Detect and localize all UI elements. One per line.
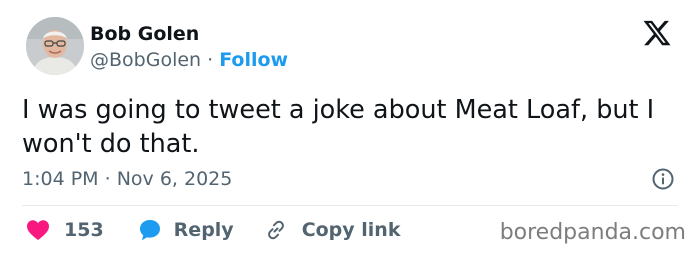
handle-separator: · [207, 49, 214, 71]
action-bar: 153 Reply Copy link [26, 217, 400, 243]
tweet-time: 1:04 PM [22, 168, 99, 190]
copy-link-label: Copy link [301, 219, 401, 241]
avatar[interactable] [26, 17, 84, 75]
copy-link-button[interactable]: Copy link [264, 218, 401, 242]
x-logo-icon[interactable] [642, 18, 672, 48]
author-handle[interactable]: @BobGolen [90, 49, 201, 71]
avatar-photo [26, 17, 84, 75]
author-name[interactable]: Bob Golen [90, 22, 199, 46]
link-icon [267, 220, 284, 240]
reply-button[interactable]: Reply [138, 218, 234, 242]
author-handle-row: @BobGolen · Follow [90, 48, 288, 72]
like-count: 153 [64, 219, 104, 241]
tweet-text: I was going to tweet a joke about Meat L… [22, 95, 655, 159]
watermark: boredpanda.com [499, 220, 686, 245]
timestamp-separator: · [104, 168, 111, 190]
divider [22, 205, 678, 206]
reply-label: Reply [173, 219, 234, 241]
tweet-date: Nov 6, 2025 [116, 168, 233, 190]
speech-bubble-icon [139, 220, 160, 241]
info-icon[interactable] [651, 167, 675, 191]
like-button[interactable]: 153 [26, 219, 104, 241]
follow-button[interactable]: Follow [219, 49, 288, 71]
heart-icon [27, 220, 49, 240]
tweet-timestamp[interactable]: 1:04 PM · Nov 6, 2025 [22, 167, 232, 191]
